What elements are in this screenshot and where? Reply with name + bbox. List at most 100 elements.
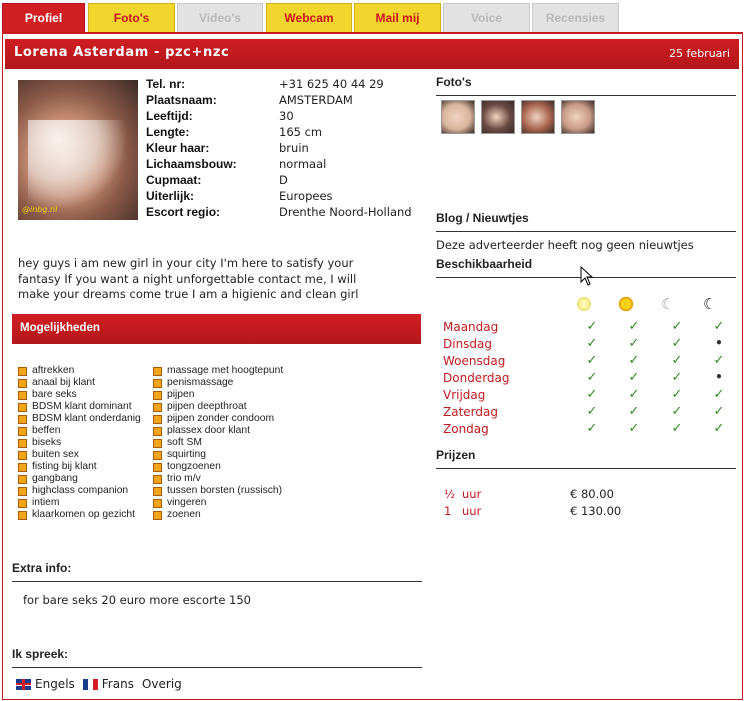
bullet-square-icon: [153, 499, 162, 508]
profile-tabs: Profiel Foto's Video's Webcam Mail mij V…: [0, 0, 745, 32]
check-icon: ✓: [586, 319, 598, 334]
profile-bio: hey guys i am new girl in your city I'm …: [18, 256, 359, 301]
bullet-square-icon: [153, 379, 162, 388]
option-label: pijpen zonder condoom: [167, 413, 275, 424]
options-column-2: massage met hoogtepunt penismassage pijpen…: [153, 365, 283, 521]
option-item: plassex door klant: [153, 425, 283, 437]
bullet-square-icon: [18, 487, 27, 496]
info-label: Uiterlijk:: [146, 189, 195, 203]
bullet-square-icon: [18, 367, 27, 376]
divider: [12, 581, 422, 582]
bullet-square-icon: [153, 391, 162, 400]
photo-thumbnail[interactable]: [441, 100, 475, 134]
check-icon: ✓: [628, 353, 640, 368]
photo-thumbnail[interactable]: [521, 100, 555, 134]
profile-date: 25 februari: [669, 47, 730, 60]
option-label: gangbang: [32, 473, 78, 484]
option-label: buiten sex: [32, 449, 79, 460]
check-icon: ✓: [671, 404, 683, 419]
info-value-phone[interactable]: +31 625 40 44 29: [279, 77, 419, 92]
option-label: intiem: [32, 497, 60, 508]
divider: [436, 231, 736, 232]
profile-photo[interactable]: @inbg.nl: [18, 80, 138, 220]
option-label: fisting bij klant: [32, 461, 97, 472]
option-label: soft SM: [167, 437, 202, 448]
photo-thumbnail[interactable]: [561, 100, 595, 134]
option-label: biseks: [32, 437, 62, 448]
dot-icon: •: [715, 336, 723, 350]
bullet-square-icon: [18, 475, 27, 484]
bullet-square-icon: [153, 403, 162, 412]
info-value: Europees: [279, 189, 333, 203]
option-item: pijpen deepthroat: [153, 401, 283, 413]
option-item: bare seks: [18, 389, 141, 401]
language-item: Overig: [141, 677, 182, 691]
price-qty: ½: [444, 487, 456, 501]
info-value: Drenthe Noord-Holland: [279, 205, 412, 219]
bullet-square-icon: [18, 391, 27, 400]
option-label: plassex door klant: [167, 425, 250, 436]
option-item: pijpen: [153, 389, 283, 401]
tab-profiel[interactable]: Profiel: [2, 3, 85, 32]
check-icon: ✓: [628, 404, 640, 419]
bullet-square-icon: [18, 511, 27, 520]
price-qty: 1: [444, 504, 452, 518]
option-label: pijpen: [167, 389, 195, 400]
blog-title: Blog / Nieuwtjes: [436, 211, 529, 225]
bullet-square-icon: [153, 367, 162, 376]
option-label: pijpen deepthroat: [167, 401, 247, 412]
tab-mail-mij[interactable]: Mail mij: [354, 3, 441, 32]
option-label: BDSM klant dominant: [32, 401, 132, 412]
option-item: fisting bij klant: [18, 461, 141, 473]
bullet-square-icon: [153, 463, 162, 472]
option-item: BDSM klant dominant: [18, 401, 141, 413]
extra-info-title: Extra info:: [12, 561, 72, 575]
info-value: AMSTERDAM: [279, 93, 353, 107]
mouse-cursor-icon: [580, 266, 594, 286]
option-item: highclass companion: [18, 485, 141, 497]
check-icon: ✓: [586, 387, 598, 402]
divider: [436, 95, 736, 96]
option-item: biseks: [18, 437, 141, 449]
info-value: bruin: [279, 141, 309, 155]
check-icon: ✓: [671, 387, 683, 402]
dot-icon: •: [715, 370, 723, 384]
bullet-square-icon: [153, 451, 162, 460]
photo-watermark: @inbg.nl: [22, 205, 58, 214]
tab-fotos[interactable]: Foto's: [88, 3, 175, 32]
bullet-square-icon: [153, 475, 162, 484]
check-icon: ✓: [671, 353, 683, 368]
photo-thumbnails: [441, 100, 595, 134]
availability-day: Maandag: [443, 320, 499, 334]
info-value: 165 cm: [279, 125, 323, 139]
check-icon: ✓: [671, 336, 683, 351]
info-label: Leeftijd:: [146, 109, 193, 123]
option-item: buiten sex: [18, 449, 141, 461]
check-icon: ✓: [671, 370, 683, 385]
morning-sun-icon: [576, 296, 592, 312]
option-item: squirting: [153, 449, 283, 461]
night-moon-icon: ☾: [703, 295, 717, 313]
info-value: normaal: [279, 157, 327, 171]
evening-moon-icon: ☾: [661, 295, 675, 313]
blog-text: Deze adverteerder heeft nog geen nieuwtj…: [436, 238, 694, 252]
availability-day: Zaterdag: [443, 405, 498, 419]
option-label: highclass companion: [32, 485, 129, 496]
option-item: soft SM: [153, 437, 283, 449]
availability-day: Donderdag: [443, 371, 510, 385]
option-label: massage met hoogtepunt: [167, 365, 284, 376]
info-label: Cupmaat:: [146, 173, 202, 187]
option-item: massage met hoogtepunt: [153, 365, 283, 377]
afternoon-sun-icon: [618, 296, 634, 312]
option-label: zoenen: [167, 509, 201, 520]
option-item: zoenen: [153, 509, 283, 521]
bullet-square-icon: [18, 379, 27, 388]
divider: [12, 667, 422, 668]
option-label: tussen borsten (russisch): [167, 485, 283, 496]
tab-webcam[interactable]: Webcam: [266, 3, 352, 32]
photo-thumbnail[interactable]: [481, 100, 515, 134]
languages-list: Engels Frans Overig: [16, 677, 182, 691]
extra-info-text: for bare seks 20 euro more escorte 150: [23, 593, 252, 607]
availability-title: Beschikbaarheid: [436, 257, 533, 271]
availability-day: Dinsdag: [443, 337, 493, 351]
